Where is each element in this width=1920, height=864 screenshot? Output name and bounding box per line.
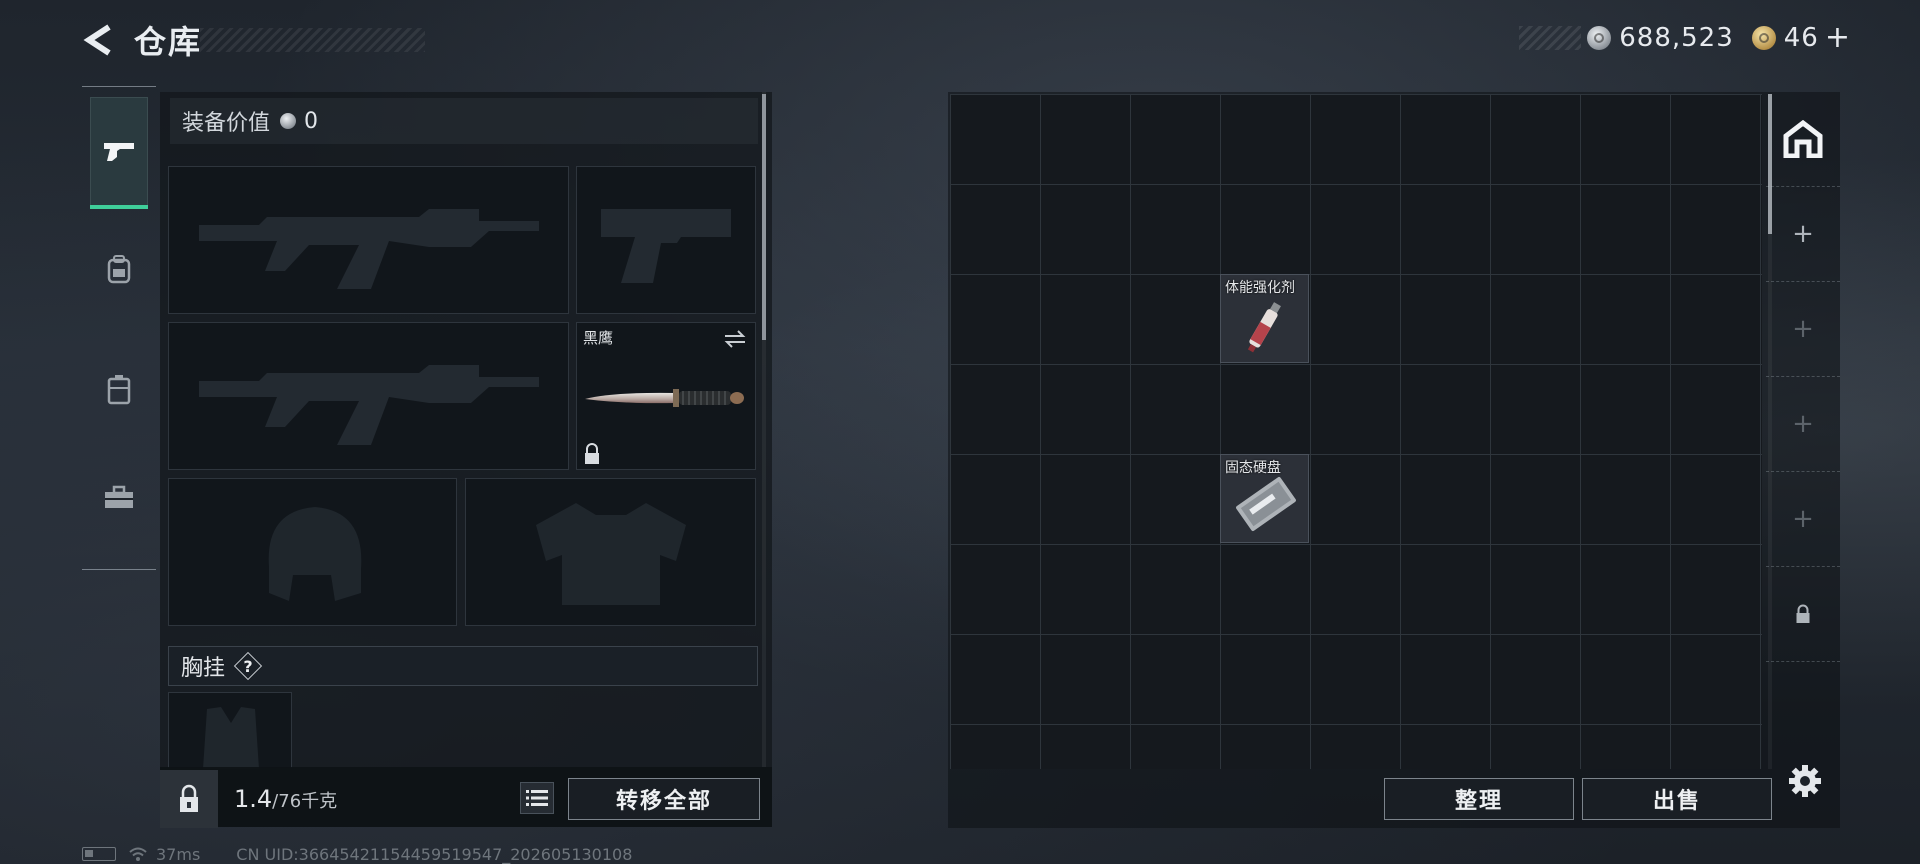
helmet-silhouette-icon: [268, 507, 362, 601]
chest-rig-label: 胸挂: [181, 656, 226, 681]
rifle-silhouette-icon: [199, 365, 539, 445]
toolbox-icon: [105, 485, 133, 508]
container-icon: [107, 375, 131, 405]
secure-lock-button[interactable]: [160, 770, 218, 828]
stash-page-add[interactable]: +: [1766, 187, 1840, 282]
rifle-silhouette-icon: [199, 209, 539, 289]
vest-silhouette-icon: [203, 707, 259, 769]
status-bar: 37ms CN UID:36645421154459519547_2026051…: [82, 844, 632, 864]
back-button[interactable]: [80, 18, 120, 62]
primary-weapon-slot-2[interactable]: [168, 322, 569, 470]
lock-icon: [1796, 604, 1810, 623]
equipment-value-header: 装备价值 0: [170, 98, 758, 144]
settings-button[interactable]: [1786, 762, 1824, 800]
backpack-icon: [107, 255, 131, 284]
sort-button[interactable]: 整理: [1384, 778, 1574, 820]
currency-bar: 688,523 46 +: [1519, 20, 1850, 56]
equipment-value: 0: [304, 108, 319, 134]
top-bar-left: 仓库: [80, 18, 202, 62]
carry-weight: 1.4/76千克: [234, 785, 337, 813]
melee-item-name: 黑鹰: [583, 329, 614, 347]
category-tab-rail: [82, 86, 156, 570]
title-decoration: [200, 28, 425, 52]
add-page-icon: +: [1792, 504, 1814, 534]
transfer-all-button[interactable]: 转移全部: [568, 778, 760, 820]
stash-page-add[interactable]: +: [1766, 282, 1840, 377]
page-title: 仓库: [134, 23, 203, 61]
silver-coin-icon: [280, 113, 297, 129]
stash-page-add[interactable]: +: [1766, 472, 1840, 567]
stash-page-locked[interactable]: [1766, 567, 1840, 662]
tab-toolbox[interactable]: [90, 443, 148, 553]
list-icon: [526, 790, 548, 806]
add-page-icon: +: [1792, 409, 1814, 439]
sidearm-slot[interactable]: [576, 166, 756, 314]
chest-rig-slot[interactable]: [168, 692, 292, 769]
add-page-icon: +: [1792, 219, 1814, 249]
stash-page-rail: + + + +: [1766, 92, 1840, 674]
pistol-silhouette-icon: [601, 209, 731, 283]
tab-container[interactable]: [90, 335, 148, 445]
armor-silhouette-icon: [536, 503, 686, 605]
stash-page-add[interactable]: +: [1766, 377, 1840, 472]
add-page-icon: +: [1792, 314, 1814, 344]
gold-coin-icon: [1751, 26, 1776, 50]
helmet-slot[interactable]: [168, 478, 457, 626]
ping-readout: 37ms: [156, 844, 201, 864]
swap-icon[interactable]: [723, 329, 747, 349]
melee-slot[interactable]: 黑鹰: [576, 322, 756, 470]
user-id: CN UID:36645421154459519547_202605130108: [236, 844, 633, 864]
stash-item-label: 体能强化剂: [1225, 280, 1295, 296]
tab-weapons[interactable]: [90, 97, 148, 209]
battery-icon: [82, 847, 116, 861]
pistol-icon: [104, 143, 134, 161]
loadout-scrollbar[interactable]: [762, 94, 766, 340]
stash-item[interactable]: 固态硬盘: [1220, 454, 1309, 543]
gold-amount: 46: [1783, 23, 1819, 53]
silver-coin-icon: [1587, 26, 1612, 50]
syringe-icon: [1247, 302, 1281, 353]
equipment-value-label: 装备价值: [182, 111, 271, 136]
knife-icon: [585, 389, 744, 407]
stash-grid[interactable]: 体能强化剂 固态硬盘: [950, 94, 1762, 769]
max-weight: /76千克: [272, 791, 338, 812]
stash-item-label: 固态硬盘: [1225, 460, 1281, 476]
silver-amount: 688,523: [1619, 23, 1734, 53]
current-weight: 1.4: [234, 785, 273, 813]
primary-weapon-slot-1[interactable]: [168, 166, 569, 314]
lock-icon: [585, 443, 599, 464]
add-gold-button[interactable]: +: [1825, 23, 1850, 53]
armor-slot[interactable]: [465, 478, 756, 626]
gear-icon: [1789, 765, 1821, 797]
chest-rig-header: 胸挂 ?: [168, 646, 758, 686]
home-icon: [1783, 120, 1823, 158]
stash-page-home[interactable]: [1766, 92, 1840, 187]
stash-item[interactable]: 体能强化剂: [1220, 274, 1309, 363]
back-arrow-icon: [83, 24, 111, 56]
sell-button[interactable]: 出售: [1582, 778, 1772, 820]
tab-backpack[interactable]: [90, 215, 148, 325]
padlock-icon: [180, 784, 198, 812]
list-view-button[interactable]: [520, 782, 554, 814]
wifi-icon: [129, 847, 147, 861]
ssd-icon: [1236, 477, 1296, 531]
currency-decoration: [1519, 26, 1582, 50]
help-icon[interactable]: ?: [235, 653, 261, 679]
